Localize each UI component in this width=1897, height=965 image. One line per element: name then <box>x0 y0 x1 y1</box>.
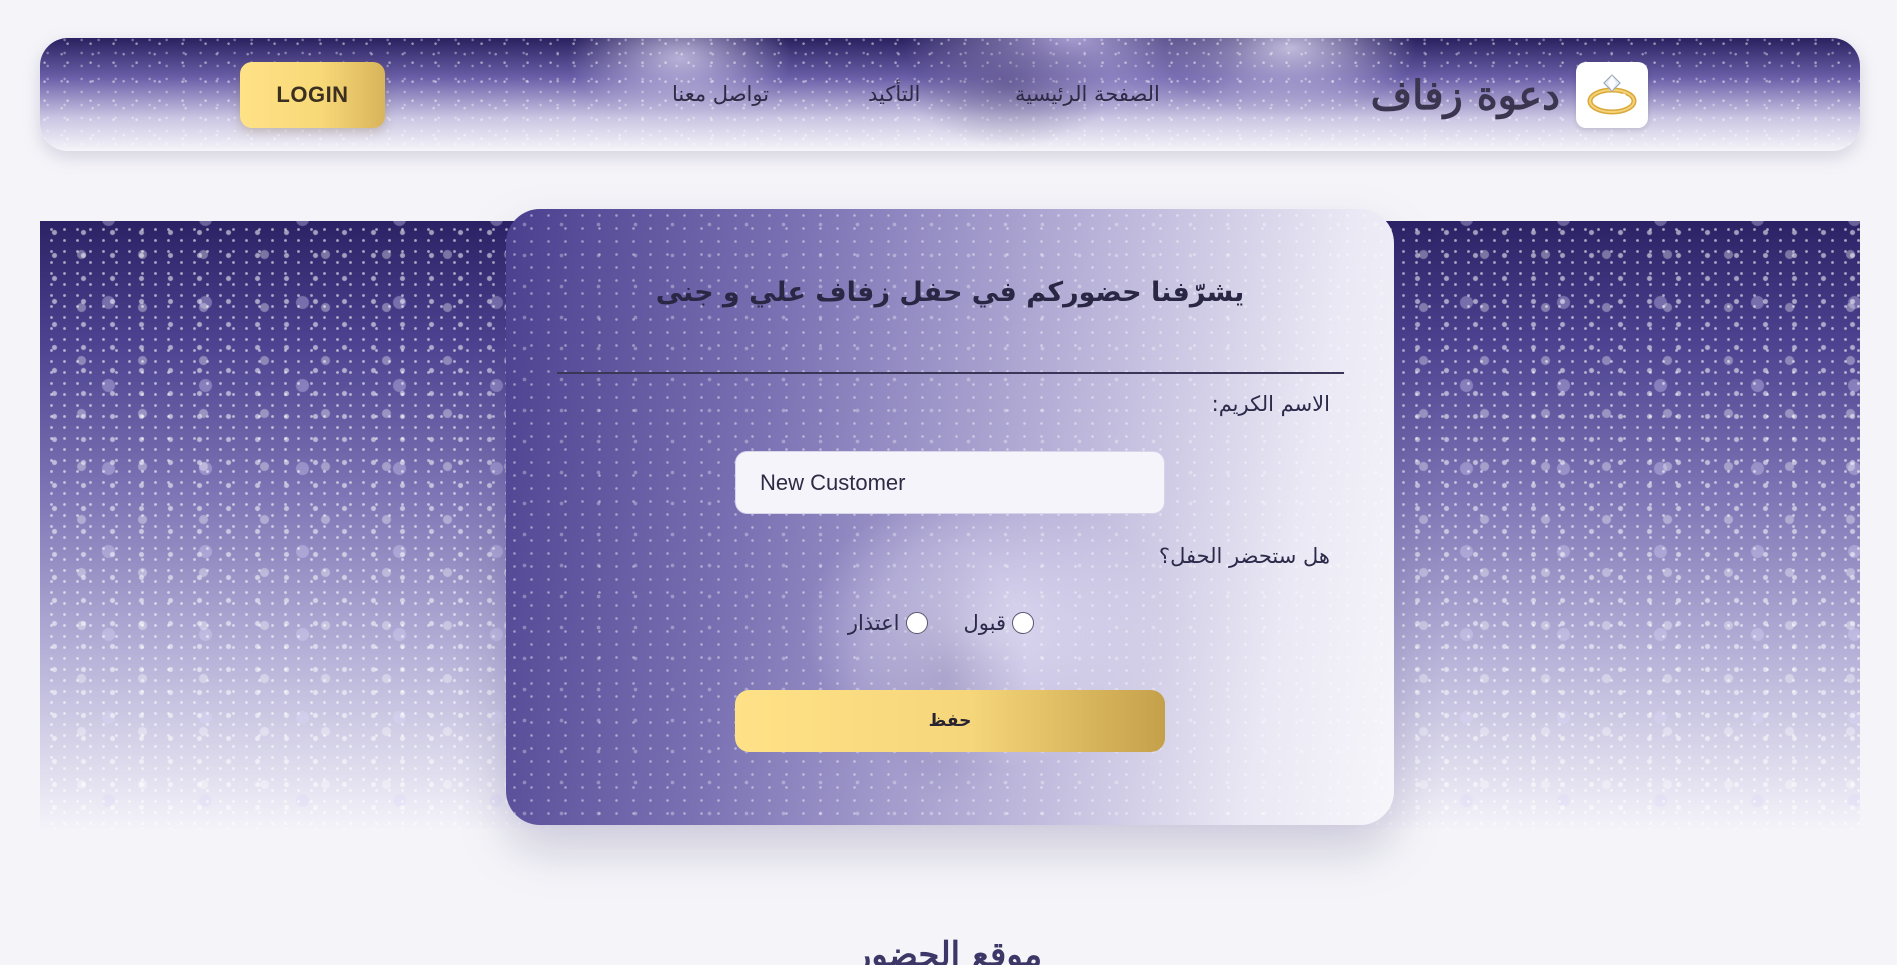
brand[interactable]: دعوة زفاف <box>1371 62 1648 128</box>
card-couple-image <box>806 489 1086 825</box>
title-divider <box>557 372 1344 374</box>
top-navbar: LOGIN تواصل معنا التأكيد الصفحة الرئيسية… <box>40 38 1860 151</box>
name-input[interactable] <box>735 451 1165 514</box>
save-button[interactable]: حفظ <box>735 690 1165 752</box>
location-section-title: موقع الحضور <box>854 935 1043 965</box>
attend-radio-group: قبول اعتذار <box>848 608 1034 638</box>
nav-link-home[interactable]: الصفحة الرئيسية <box>1015 82 1160 106</box>
radio-decline[interactable]: اعتذار <box>848 611 928 635</box>
radio-decline-label: اعتذار <box>847 611 900 635</box>
attend-question: هل ستحضر الحفل؟ <box>1158 544 1330 568</box>
rsvp-card: يشرّفنا حضوركم في حفل زفاف علي و جنى الا… <box>506 209 1394 825</box>
ring-icon <box>1576 62 1648 128</box>
radio-decline-circle[interactable] <box>905 612 928 634</box>
rsvp-title: يشرّفنا حضوركم في حفل زفاف علي و جنى <box>655 277 1245 308</box>
name-label: الاسم الكريم: <box>1211 392 1330 416</box>
radio-accept-circle[interactable] <box>1012 612 1034 634</box>
brand-title: دعوة زفاف <box>1370 71 1560 119</box>
radio-accept[interactable]: قبول <box>964 611 1034 635</box>
nav-link-contact[interactable]: تواصل معنا <box>672 82 769 106</box>
radio-accept-label: قبول <box>963 611 1006 635</box>
nav-link-confirm[interactable]: التأكيد <box>868 82 920 106</box>
